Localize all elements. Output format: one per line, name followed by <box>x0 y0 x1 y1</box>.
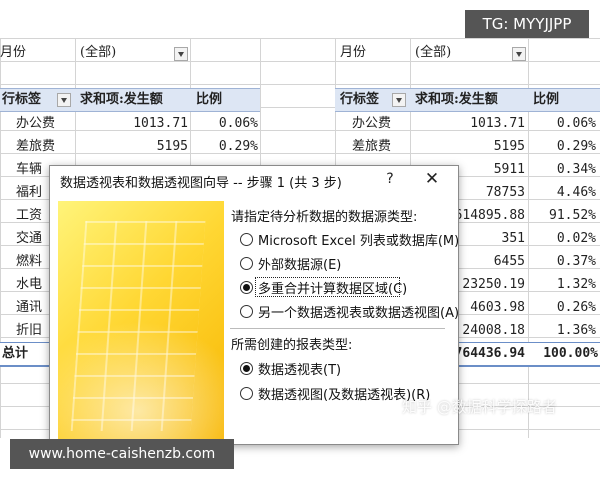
left-row-ratio: 0.29% <box>218 139 258 154</box>
left-row-amount: 1013.71 <box>133 116 188 131</box>
dialog-titlebar[interactable]: 数据透视表和数据透视图向导 -- 步骤 1 (共 3 步) ? ✕ <box>50 166 458 194</box>
left-row-ratio: 0.06% <box>218 116 258 131</box>
right-row-ratio: 0.02% <box>556 231 596 246</box>
radio-excel-list[interactable] <box>240 233 253 246</box>
right-row-ratio: 0.29% <box>556 139 596 154</box>
left-filter-label: 月份 <box>0 45 27 60</box>
dialog-title: 数据透视表和数据透视图向导 -- 步骤 1 (共 3 步) <box>60 176 342 191</box>
zhihu-watermark: 知乎 @数据科学探路者 <box>402 398 557 416</box>
section-separator <box>230 328 445 329</box>
right-filter-label: 月份 <box>340 45 367 60</box>
wizard-illustration <box>58 201 224 444</box>
right-row-ratio: 91.52% <box>549 208 596 223</box>
right-row-amount: 5195 <box>493 139 525 154</box>
radio-pivot-table[interactable] <box>240 362 253 375</box>
source-type-prompt: 请指定待分析数据的数据源类型: <box>231 210 418 225</box>
radio-pivot-chart[interactable] <box>240 387 253 400</box>
right-row-label: 差旅费 <box>352 139 392 154</box>
source-option-label[interactable]: 另一个数据透视表或数据透视图(A) <box>258 302 458 321</box>
right-header-row-label: 行标签 <box>340 92 380 107</box>
left-row-label: 福利 <box>16 185 43 200</box>
left-row-label: 水电 <box>16 277 43 292</box>
left-header-ratio: 比例 <box>196 92 223 107</box>
right-row-label: 办公费 <box>352 116 392 131</box>
left-header-row-label: 行标签 <box>2 92 42 107</box>
right-header-ratio: 比例 <box>533 92 560 107</box>
report-option-label[interactable]: 数据透视表(T) <box>258 359 341 378</box>
left-filter-dropdown-button[interactable] <box>174 47 188 61</box>
right-row-ratio: 0.34% <box>556 162 596 177</box>
pivot-wizard-dialog: 数据透视表和数据透视图向导 -- 步骤 1 (共 3 步) ? ✕ 请指定待分析… <box>49 165 459 445</box>
report-type-prompt: 所需创建的报表类型: <box>231 338 353 353</box>
left-row-label: 折旧 <box>16 323 43 338</box>
radio-multiple-consolidation[interactable] <box>240 281 253 294</box>
source-option-label[interactable]: 多重合并计算数据区域(C) <box>258 278 407 297</box>
radio-external-source[interactable] <box>240 257 253 270</box>
illustration-grid-icon <box>70 221 206 431</box>
close-icon[interactable]: ✕ <box>423 170 441 188</box>
left-row-label: 工资 <box>16 208 43 223</box>
left-row-label: 燃料 <box>16 254 43 269</box>
right-row-label-dropdown-button[interactable] <box>392 93 406 107</box>
left-row-label: 差旅费 <box>16 139 56 154</box>
right-row-ratio: 1.36% <box>556 323 596 338</box>
left-row-label-dropdown-button[interactable] <box>57 93 71 107</box>
url-watermark: www.home-caishenzb.com <box>10 439 234 469</box>
left-filter-value: (全部) <box>80 45 117 60</box>
right-row-ratio: 0.26% <box>556 300 596 315</box>
radio-another-pivot[interactable] <box>240 305 253 318</box>
left-total-label: 总计 <box>2 346 29 361</box>
right-row-amount: 1013.71 <box>470 116 525 131</box>
source-option-label[interactable]: 外部数据源(E) <box>258 254 341 273</box>
left-header-amount: 求和项:发生额 <box>80 92 163 107</box>
right-total-ratio: 100.00% <box>543 346 598 361</box>
right-row-ratio: 1.32% <box>556 277 596 292</box>
left-row-label: 交通 <box>16 231 43 246</box>
tg-watermark: TG: MYYJJPP <box>465 10 589 38</box>
right-filter-dropdown-button[interactable] <box>512 47 526 61</box>
left-row-label: 车辆 <box>16 162 43 177</box>
help-icon[interactable]: ? <box>381 170 399 188</box>
right-row-ratio: 0.06% <box>556 116 596 131</box>
left-row-label: 办公费 <box>16 116 56 131</box>
right-row-ratio: 4.46% <box>556 185 596 200</box>
right-filter-value: (全部) <box>415 45 452 60</box>
left-row-label: 通讯 <box>16 300 43 315</box>
right-row-ratio: 0.37% <box>556 254 596 269</box>
right-header-amount: 求和项:发生额 <box>415 92 498 107</box>
source-option-label[interactable]: Microsoft Excel 列表或数据库(M) <box>258 230 458 249</box>
left-row-amount: 5195 <box>156 139 188 154</box>
